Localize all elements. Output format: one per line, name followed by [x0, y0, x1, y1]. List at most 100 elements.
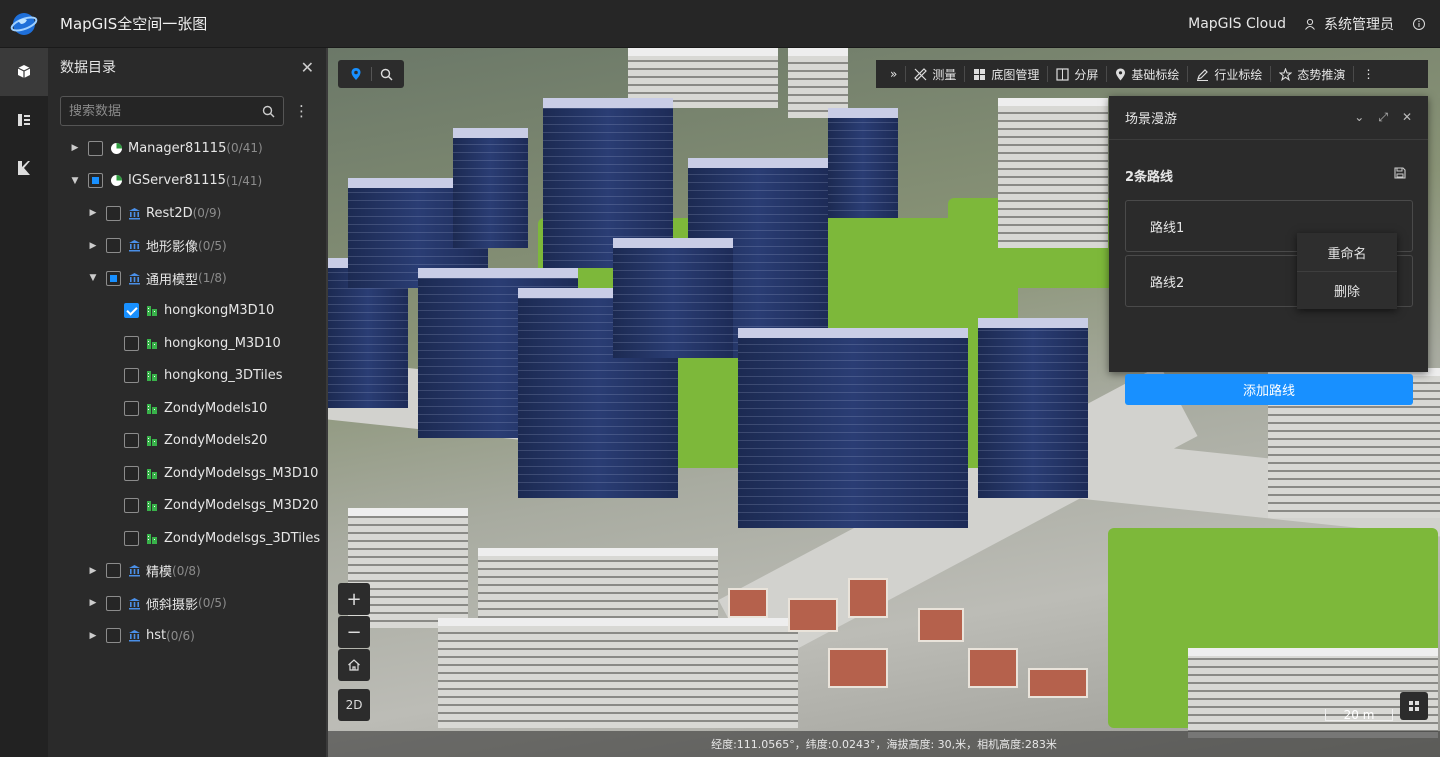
search-icon[interactable]: [262, 105, 275, 118]
view-mode-button[interactable]: 2D: [338, 689, 370, 721]
search-input[interactable]: [69, 103, 262, 119]
ruler-icon: [914, 67, 928, 81]
home-button[interactable]: [338, 649, 370, 681]
toolbar-more-button[interactable]: ⋮: [1354, 66, 1382, 82]
info-icon[interactable]: [1412, 17, 1426, 31]
layer-checkbox[interactable]: [106, 595, 121, 611]
rail-tools[interactable]: [0, 144, 48, 192]
toolbar-basemap[interactable]: 底图管理: [965, 66, 1049, 82]
tree-item[interactable]: ▶ 倾斜摄影 (0/5): [86, 587, 227, 619]
tree-item[interactable]: ZondyModelsgs_M3D10: [118, 457, 318, 489]
layer-checkbox[interactable]: [124, 400, 139, 416]
double-chevron-icon: »: [890, 67, 898, 81]
layer-switch-button[interactable]: [1400, 692, 1428, 720]
pencil-icon: [1197, 68, 1209, 81]
layer-checkbox[interactable]: [124, 335, 139, 351]
toolbar-situation-label: 态势推演: [1297, 67, 1346, 82]
rename-menu-item[interactable]: 重命名: [1297, 233, 1397, 271]
caret-right-icon[interactable]: ▶: [86, 598, 100, 608]
location-pin-icon[interactable]: [349, 67, 363, 81]
tree-item[interactable]: hongkongM3D10: [118, 295, 274, 327]
tree-item-label: ZondyModels20: [164, 433, 268, 448]
tree-item-count: (0/5): [198, 238, 227, 253]
caret-right-icon[interactable]: ▶: [68, 143, 82, 153]
layer-checkbox[interactable]: [124, 465, 139, 481]
save-icon[interactable]: [1394, 167, 1406, 179]
close-icon[interactable]: ✕: [301, 58, 314, 77]
model-icon: [145, 336, 159, 350]
layer-checkbox[interactable]: [106, 205, 121, 221]
search-field[interactable]: [60, 96, 284, 126]
toolbar-split[interactable]: 分屏: [1048, 66, 1108, 82]
toolbar-measure[interactable]: 测量: [906, 66, 966, 82]
tree-item[interactable]: ▶ 地形影像 (0/5): [86, 230, 227, 262]
globe-logo-icon[interactable]: [0, 0, 48, 48]
layer-checkbox[interactable]: [124, 498, 139, 513]
toolbar-industry-plot[interactable]: 行业标绘: [1188, 66, 1272, 82]
map-mini-toolbar: [338, 60, 404, 88]
map-view[interactable]: » 测量 底图管理 分屏 基础标绘 行业标绘 态势推演 ⋮ + − 2D 20 …: [328, 48, 1440, 757]
layer-checkbox[interactable]: [88, 140, 103, 156]
zoom-in-button[interactable]: +: [338, 583, 370, 615]
user-name: 系统管理员: [1324, 17, 1394, 33]
tree-item[interactable]: ▶ Rest2D (0/9): [86, 197, 221, 229]
tree-item-label: hongkong_M3D10: [164, 335, 281, 351]
layer-checkbox[interactable]: [106, 563, 121, 578]
tree-item-label: hst: [146, 628, 167, 643]
tree-item[interactable]: ▶ hst (0/6): [86, 620, 195, 652]
tree-item[interactable]: ZondyModels20: [118, 425, 267, 457]
more-menu-icon[interactable]: ⋮: [294, 102, 309, 120]
search-icon[interactable]: [380, 68, 393, 81]
route-context-menu: 重命名 删除: [1297, 233, 1397, 309]
tree-item[interactable]: ZondyModelsgs_M3D20: [118, 490, 318, 522]
cube-icon: [17, 65, 31, 78]
tree-item[interactable]: ZondyModels10: [118, 392, 267, 424]
toolbar-basic-plot-label: 基础标绘: [1131, 67, 1180, 82]
tree-item-label: hongkongM3D10: [164, 303, 275, 318]
cloud-link[interactable]: MapGIS Cloud: [1188, 16, 1286, 32]
layer-checkbox[interactable]: [106, 270, 121, 286]
tree-item[interactable]: hongkong_M3D10: [118, 327, 281, 359]
tree-item-label: 地形影像: [146, 240, 199, 255]
tree-item[interactable]: ▶ Manager81115 (0/41): [68, 132, 263, 164]
app-title: MapGIS全空间一张图: [60, 15, 208, 33]
tree-item[interactable]: ▼ 通用模型 (1/8): [86, 262, 227, 294]
layer-checkbox[interactable]: [106, 628, 121, 643]
layer-checkbox[interactable]: [124, 303, 139, 318]
user-menu[interactable]: 系统管理员: [1304, 14, 1394, 34]
toolbar-split-label: 分屏: [1074, 67, 1099, 82]
layer-checkbox[interactable]: [88, 173, 103, 188]
bank-icon: [127, 596, 141, 610]
layer-checkbox[interactable]: [124, 530, 139, 546]
tree-item[interactable]: hongkong_3DTiles: [118, 360, 283, 392]
layer-checkbox[interactable]: [124, 368, 139, 383]
caret-right-icon[interactable]: ▶: [86, 631, 100, 641]
toolbar-basic-plot[interactable]: 基础标绘: [1107, 66, 1189, 82]
caret-right-icon[interactable]: ▶: [86, 566, 100, 576]
bank-icon: [127, 239, 141, 253]
add-route-button[interactable]: 添加路线: [1125, 374, 1413, 405]
tree-item-label: ZondyModels10: [164, 400, 268, 416]
zoom-out-button[interactable]: −: [338, 616, 370, 648]
collapse-toolbar-button[interactable]: »: [882, 66, 907, 82]
layer-checkbox[interactable]: [124, 433, 139, 448]
chevron-down-icon[interactable]: ⌄: [1354, 110, 1364, 125]
rail-data-catalog[interactable]: [0, 48, 48, 96]
caret-down-icon[interactable]: ▼: [68, 176, 82, 186]
caret-right-icon[interactable]: ▶: [86, 241, 100, 251]
route-label: 路线1: [1150, 220, 1185, 236]
close-icon[interactable]: ✕: [1402, 110, 1412, 125]
delete-menu-item[interactable]: 删除: [1297, 271, 1397, 309]
caret-down-icon[interactable]: ▼: [86, 273, 100, 283]
layer-checkbox[interactable]: [106, 238, 121, 253]
bank-icon: [127, 629, 141, 643]
caret-right-icon[interactable]: ▶: [86, 208, 100, 218]
rail-layers[interactable]: [0, 96, 48, 144]
model-icon: [145, 304, 159, 318]
toolbar-situation[interactable]: 态势推演: [1271, 66, 1355, 82]
expand-icon[interactable]: ⤢: [1378, 110, 1388, 125]
tree-item[interactable]: ZondyModelsgs_3DTiles: [118, 522, 320, 554]
tree-item[interactable]: ▶ 精模 (0/8): [86, 555, 201, 587]
map-pin-icon: [1116, 68, 1126, 80]
tree-item[interactable]: ▼ IGServer81115 (1/41): [68, 165, 262, 197]
